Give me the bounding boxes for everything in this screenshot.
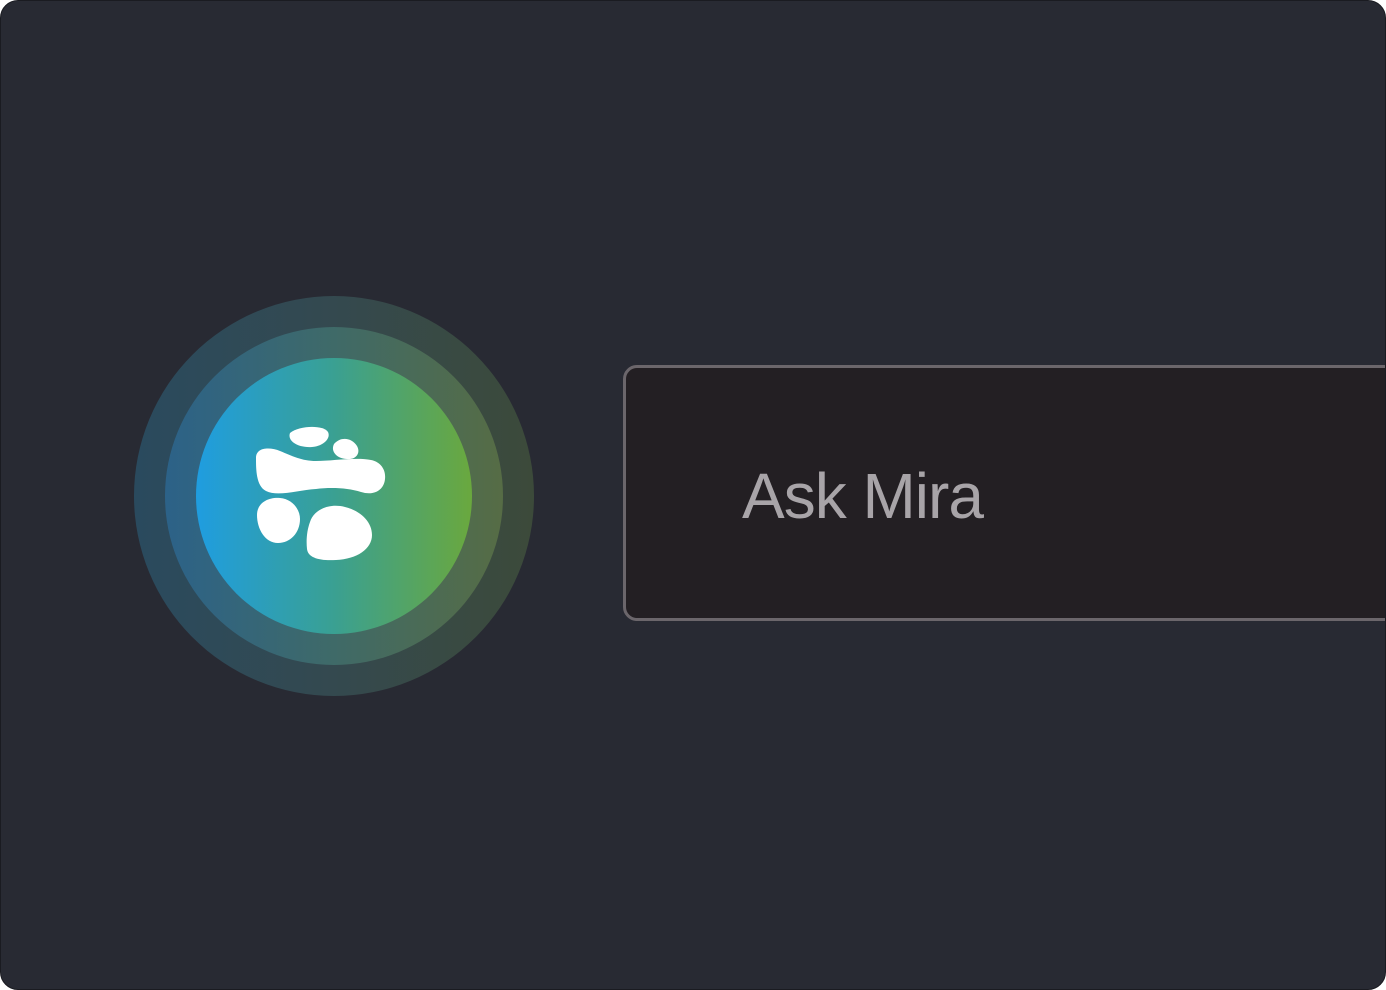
app-window: Ask Mira xyxy=(0,0,1386,990)
assistant-button[interactable] xyxy=(134,296,534,696)
ask-placeholder-text: Ask Mira xyxy=(742,460,984,532)
paw-icon xyxy=(256,426,386,561)
ask-input-bar[interactable]: Ask Mira xyxy=(623,365,1385,621)
